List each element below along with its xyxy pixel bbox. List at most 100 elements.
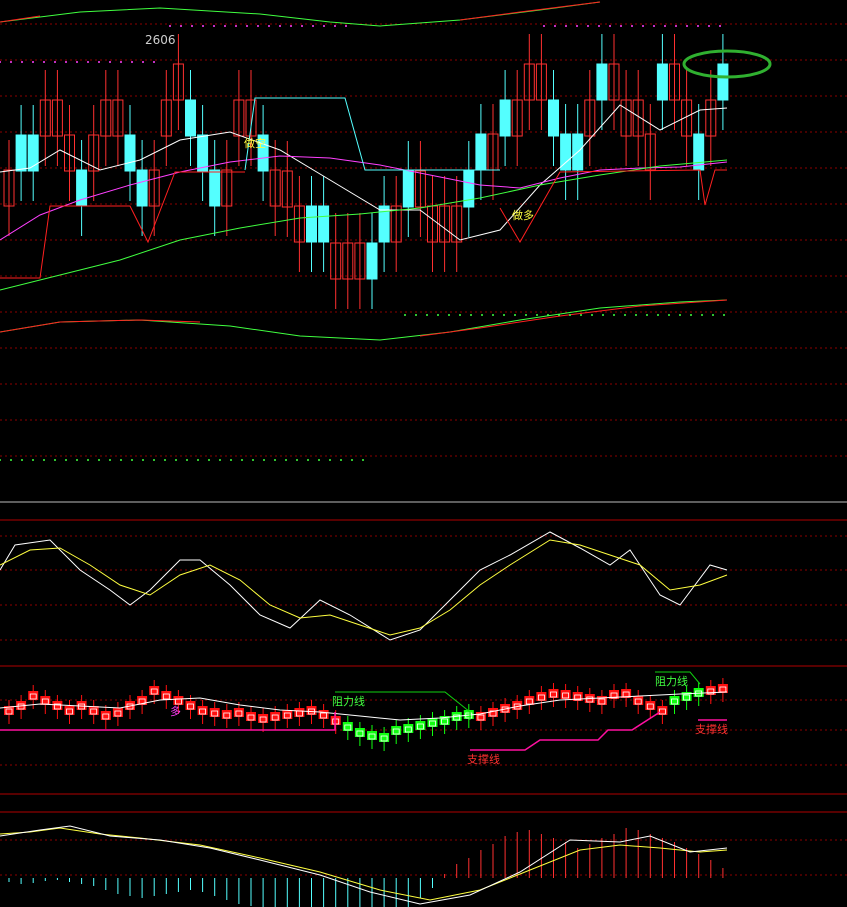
level-dot [43,459,45,461]
level-dot [296,459,298,461]
level-dot [131,61,133,63]
level-dot [679,314,681,316]
level-dot [87,61,89,63]
level-dot [285,459,287,461]
level-dot [54,459,56,461]
level-dot [723,314,725,316]
upper-band-red [459,1,601,21]
level-dot [65,61,67,63]
candle-body [15,134,27,172]
level-dot [525,314,527,316]
level-dot [197,459,199,461]
level-dot [580,314,582,316]
candle-body [499,99,511,137]
macd-line [0,825,728,905]
level-dot [362,459,364,461]
support-line [470,711,661,751]
level-dot [312,25,314,27]
lower-band-red [419,299,728,337]
chart-stage: 2606 做空 做多 多 阻力线 阻力线 支撑线 支撑线 [0,1,847,907]
level-dot [351,459,353,461]
level-dot [318,459,320,461]
ma-green [0,159,728,291]
level-dot [109,61,111,63]
level-dot [345,25,347,27]
level-dot [10,459,12,461]
level-dot [620,25,622,27]
level-dot [65,459,67,461]
level-dot [252,459,254,461]
level-dot [565,25,567,27]
level-dot [492,314,494,316]
level-dot [340,459,342,461]
level-dot [175,459,177,461]
level-dot [642,25,644,27]
support-label-2: 支撑线 [695,722,728,736]
candle-body [475,133,487,171]
level-dot [186,459,188,461]
level-dot [415,314,417,316]
candle-body [548,99,559,137]
level-dot [609,25,611,27]
candle-body [209,169,221,207]
level-dot [437,314,439,316]
level-dot [624,314,626,316]
level-dot [686,25,688,27]
long-signal-label: 做多 [512,208,534,222]
level-dot [602,314,604,316]
level-dot [554,25,556,27]
level-dot [613,314,615,316]
price-label: 2606 [145,33,176,47]
level-dot [0,459,1,461]
level-dot [120,61,122,63]
level-dot [712,314,714,316]
trend-bar-panel [0,671,728,751]
upper-band-green [0,1,601,27]
level-dot [690,314,692,316]
duo-label: 多 [170,704,181,718]
level-dot [481,314,483,316]
level-dot [219,459,221,461]
level-dot [32,61,34,63]
level-dot [536,314,538,316]
level-dot [76,61,78,63]
candle-body [318,205,330,243]
short-signal-label: 做空 [244,136,266,150]
level-dot [301,25,303,27]
level-dot [635,314,637,316]
candle-body [185,99,196,137]
level-dot [719,25,721,27]
level-dot [307,459,309,461]
level-dot [43,61,45,63]
macd-panel [0,825,728,907]
level-dot [631,25,633,27]
level-dot [323,25,325,27]
level-dot [142,61,144,63]
level-dot [164,459,166,461]
candle-body [136,169,148,207]
level-dot [334,25,336,27]
level-dot [120,459,122,461]
resist-label-1: 阻力线 [332,694,365,708]
level-dot [224,25,226,27]
level-dot [470,314,472,316]
level-dot [208,459,210,461]
level-dot [448,314,450,316]
level-dot [329,459,331,461]
level-dot [404,314,406,316]
level-dot [202,25,204,27]
level-dot [10,61,12,63]
level-dot [257,25,259,27]
level-dot [701,314,703,316]
level-dot [708,25,710,27]
level-dot [543,25,545,27]
oscillator-panel [0,531,728,641]
level-dot [653,25,655,27]
macd-signal-line [0,827,728,901]
level-dot [153,61,155,63]
level-dot [514,314,516,316]
candle-body [197,134,209,172]
stop-line-red [499,169,727,243]
candle-body [366,242,378,280]
level-dot [246,25,248,27]
